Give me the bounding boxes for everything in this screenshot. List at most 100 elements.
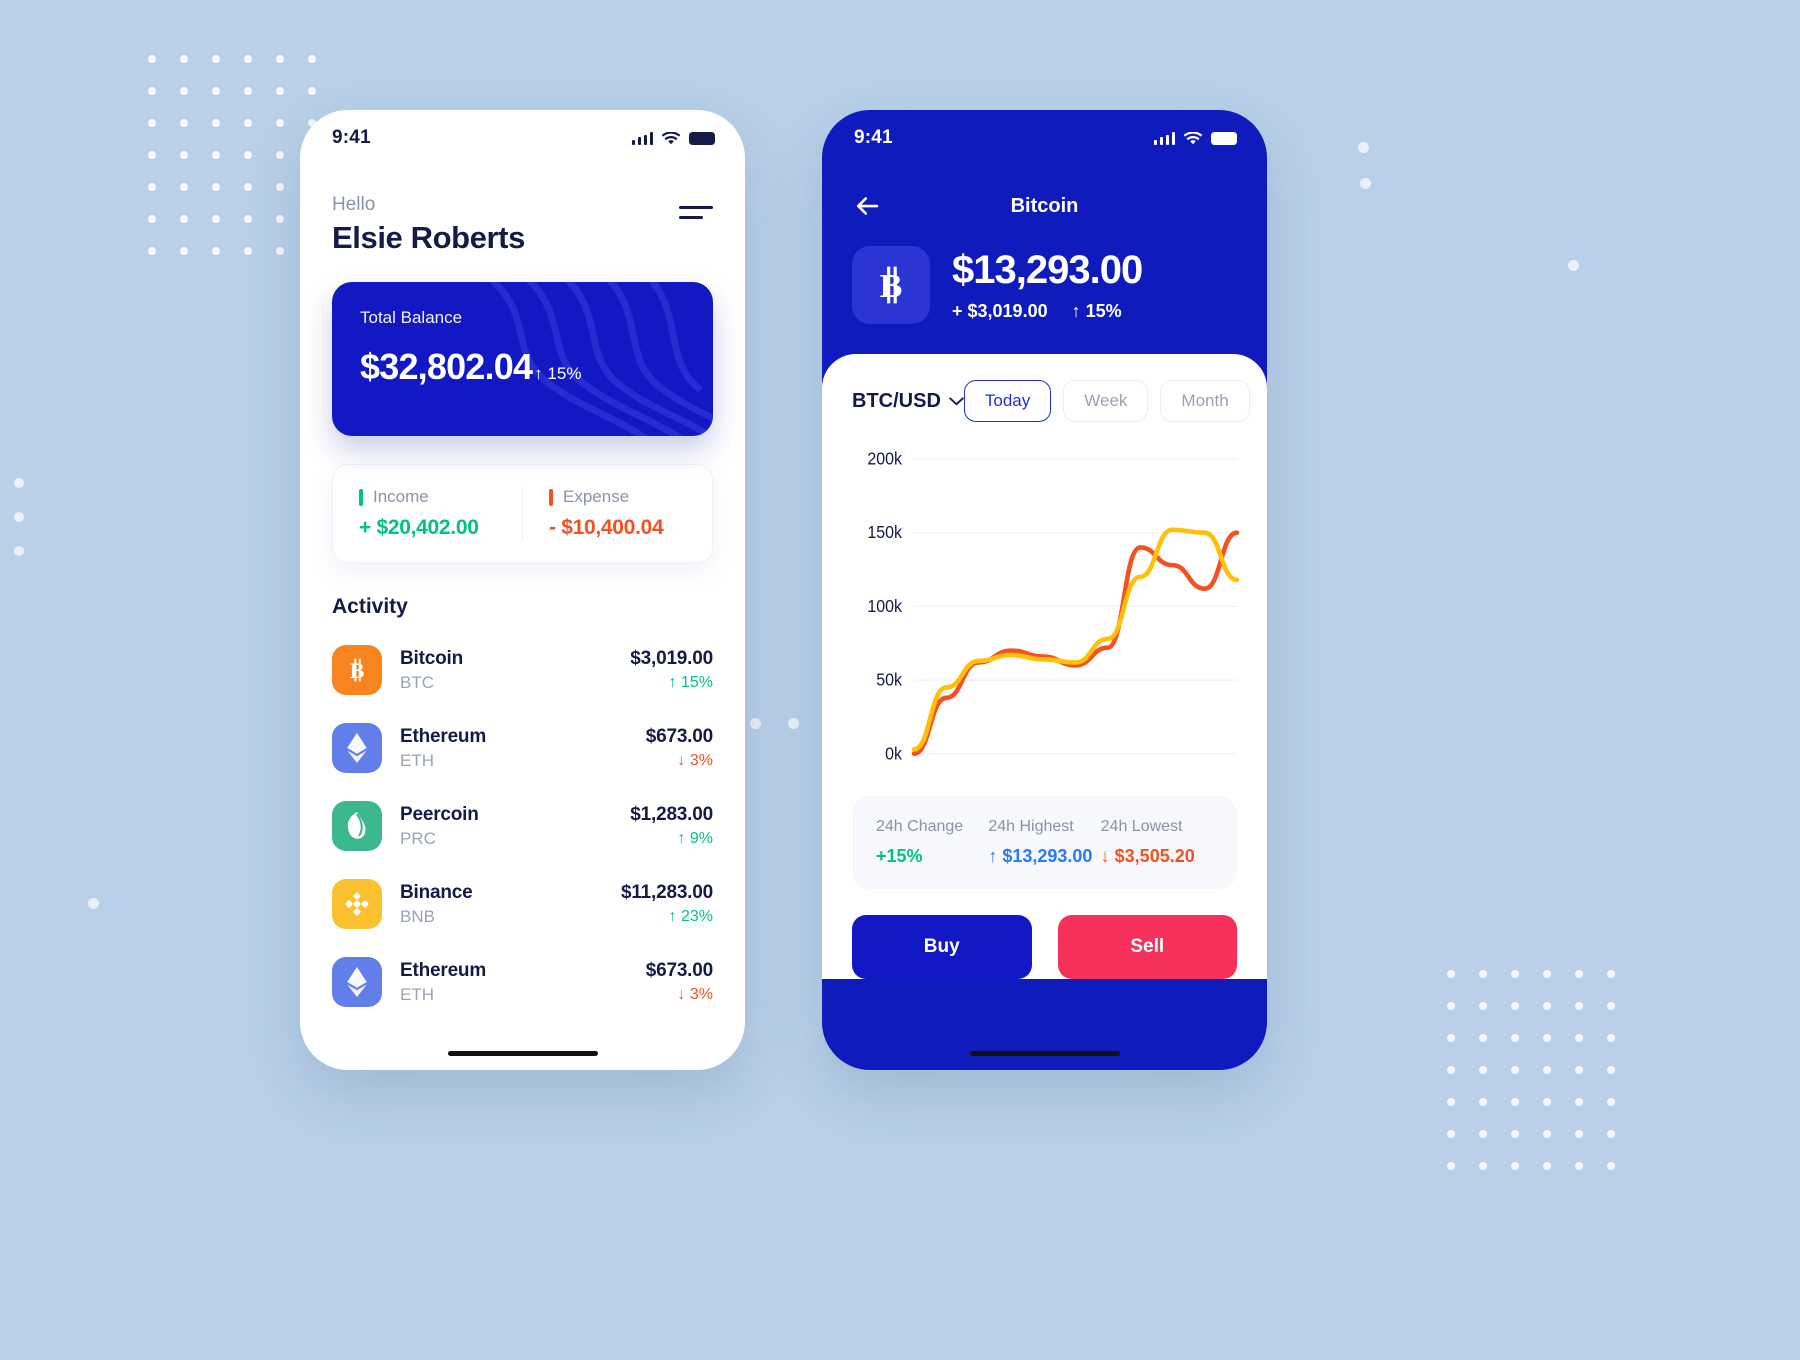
coin-name: Binance xyxy=(400,881,473,903)
binance-icon xyxy=(332,879,382,929)
decorative-dot xyxy=(1479,1002,1487,1010)
decorative-dot xyxy=(1543,1098,1551,1106)
price-chart[interactable]: 200k 150k 100k 50k 0k xyxy=(852,448,1237,778)
decorative-dot xyxy=(276,247,284,255)
coin-symbol: ETH xyxy=(400,984,434,1004)
status-time: 9:41 xyxy=(332,127,371,148)
range-pill-week[interactable]: Week xyxy=(1063,380,1149,422)
chart-y-tick-label: 0k xyxy=(885,744,902,764)
coin-symbol: ETH xyxy=(400,750,434,770)
coin-price: $3,019.00 xyxy=(630,648,713,669)
activity-row[interactable]: B Bitcoin BTC $3,019.00 ↑ 15% xyxy=(332,631,713,709)
decorative-dot-grid-top-left xyxy=(148,55,316,255)
battery-full-icon xyxy=(689,131,715,145)
decorative-dot xyxy=(244,215,252,223)
income-label: Income xyxy=(373,487,429,506)
decorative-dot xyxy=(1360,178,1371,189)
pair-selector[interactable]: BTC/USD xyxy=(852,390,964,413)
activity-row[interactable]: Ethereum ETH $673.00 ↓ 3% xyxy=(332,943,713,1021)
decorative-dot xyxy=(1358,142,1369,153)
decorative-dot xyxy=(180,119,188,127)
decorative-dot xyxy=(1575,1098,1583,1106)
coin-price: $673.00 xyxy=(645,960,713,981)
home-indicator xyxy=(447,1051,598,1056)
decorative-dot xyxy=(1511,1002,1519,1010)
coin-price: $673.00 xyxy=(645,726,713,747)
decorative-dot xyxy=(212,119,220,127)
decorative-dot xyxy=(244,119,252,127)
expense-block: Expense - $10,400.04 xyxy=(522,487,712,540)
chart-y-tick-label: 200k xyxy=(867,449,902,469)
decorative-dot xyxy=(1479,1098,1487,1106)
sell-button[interactable]: Sell xyxy=(1057,915,1237,979)
coin-name: Peercoin xyxy=(400,803,479,825)
decorative-dot xyxy=(14,512,24,522)
bitcoin-glyph-icon: B xyxy=(880,266,902,305)
battery-full-icon xyxy=(1211,131,1237,145)
decorative-dot xyxy=(1575,1002,1583,1010)
decorative-dot xyxy=(212,215,220,223)
cellular-bars-icon xyxy=(631,131,653,145)
decorative-dot xyxy=(1479,1066,1487,1074)
coin-change-amount: + $3,019.00 xyxy=(952,301,1048,321)
activity-row[interactable]: Ethereum ETH $673.00 ↓ 3% xyxy=(332,709,713,787)
decorative-dot xyxy=(750,718,761,729)
coin-change: ↓ 3% xyxy=(677,752,713,769)
chart-sheet: BTC/USD Today Week Month 200k 150k 100k 50k 0k… xyxy=(822,354,1267,979)
hamburger-menu-icon[interactable] xyxy=(679,206,713,219)
decorative-dot xyxy=(276,215,284,223)
cellular-bars-icon xyxy=(1153,131,1175,145)
decorative-dot xyxy=(212,87,220,95)
coin-name: Ethereum xyxy=(400,725,487,747)
decorative-dot xyxy=(1511,1162,1519,1170)
decorative-dot xyxy=(148,55,156,63)
stat-value: +15% xyxy=(876,846,923,866)
expense-label: Expense xyxy=(563,487,630,506)
status-bar: 9:41 xyxy=(822,110,1267,166)
decorative-dot xyxy=(1447,970,1455,978)
time-range-group: Today Week Month xyxy=(963,380,1250,422)
bitcoin-glyph-icon: B xyxy=(350,658,364,683)
coin-change: ↑ 23% xyxy=(668,908,713,925)
decorative-dot-grid-bottom-right xyxy=(1447,970,1615,1170)
decorative-dot xyxy=(148,119,156,127)
decorative-dot xyxy=(1575,1162,1583,1170)
coin-symbol: BNB xyxy=(400,906,435,926)
decorative-dot xyxy=(1479,1130,1487,1138)
decorative-dot xyxy=(88,898,99,909)
income-expense-card: Income + $20,402.00 Expense - $10,400.04 xyxy=(332,464,713,563)
decorative-dot xyxy=(244,247,252,255)
range-pill-month[interactable]: Month xyxy=(1160,380,1250,422)
ethereum-glyph-icon xyxy=(347,733,367,763)
income-color-tick xyxy=(359,488,363,506)
status-bar: 9:41 xyxy=(300,110,745,166)
decorative-dot xyxy=(212,55,220,63)
total-balance-card[interactable]: Total Balance $32,802.04 ↑ 15% xyxy=(332,282,713,436)
decorative-dot xyxy=(180,87,188,95)
activity-list: B Bitcoin BTC $3,019.00 ↑ 15% Ethereum ETH $673… xyxy=(332,631,713,1021)
decorative-dot xyxy=(148,183,156,191)
decorative-dot xyxy=(1543,1162,1551,1170)
decorative-dot xyxy=(1543,1066,1551,1074)
decorative-dot xyxy=(1543,1034,1551,1042)
buy-button[interactable]: Buy xyxy=(852,915,1032,979)
activity-row[interactable]: Binance BNB $11,283.00 ↑ 23% xyxy=(332,865,713,943)
decorative-dot xyxy=(308,55,316,63)
decorative-dot xyxy=(276,119,284,127)
chart-y-tick-label: 100k xyxy=(867,596,902,616)
range-pill-today[interactable]: Today xyxy=(963,380,1052,422)
decorative-dot xyxy=(276,183,284,191)
decorative-dot xyxy=(180,183,188,191)
chart-y-tick-label: 150k xyxy=(867,523,902,543)
bitcoin-detail-phone-screen: 9:41 Bitcoin B $13,293.00 + $3,019.00 ↑ … xyxy=(822,110,1267,1070)
peercoin-leaf-glyph-icon xyxy=(347,812,366,839)
decorative-dot xyxy=(1607,1098,1615,1106)
decorative-dot xyxy=(1479,1162,1487,1170)
chart-line-series-red xyxy=(914,533,1237,754)
activity-row[interactable]: Peercoin PRC $1,283.00 ↑ 9% xyxy=(332,787,713,865)
coin-name: Ethereum xyxy=(400,959,487,981)
decorative-dot xyxy=(1607,1066,1615,1074)
coin-change: ↓ 3% xyxy=(677,986,713,1003)
decorative-dot xyxy=(1511,970,1519,978)
decorative-dot xyxy=(1479,1034,1487,1042)
